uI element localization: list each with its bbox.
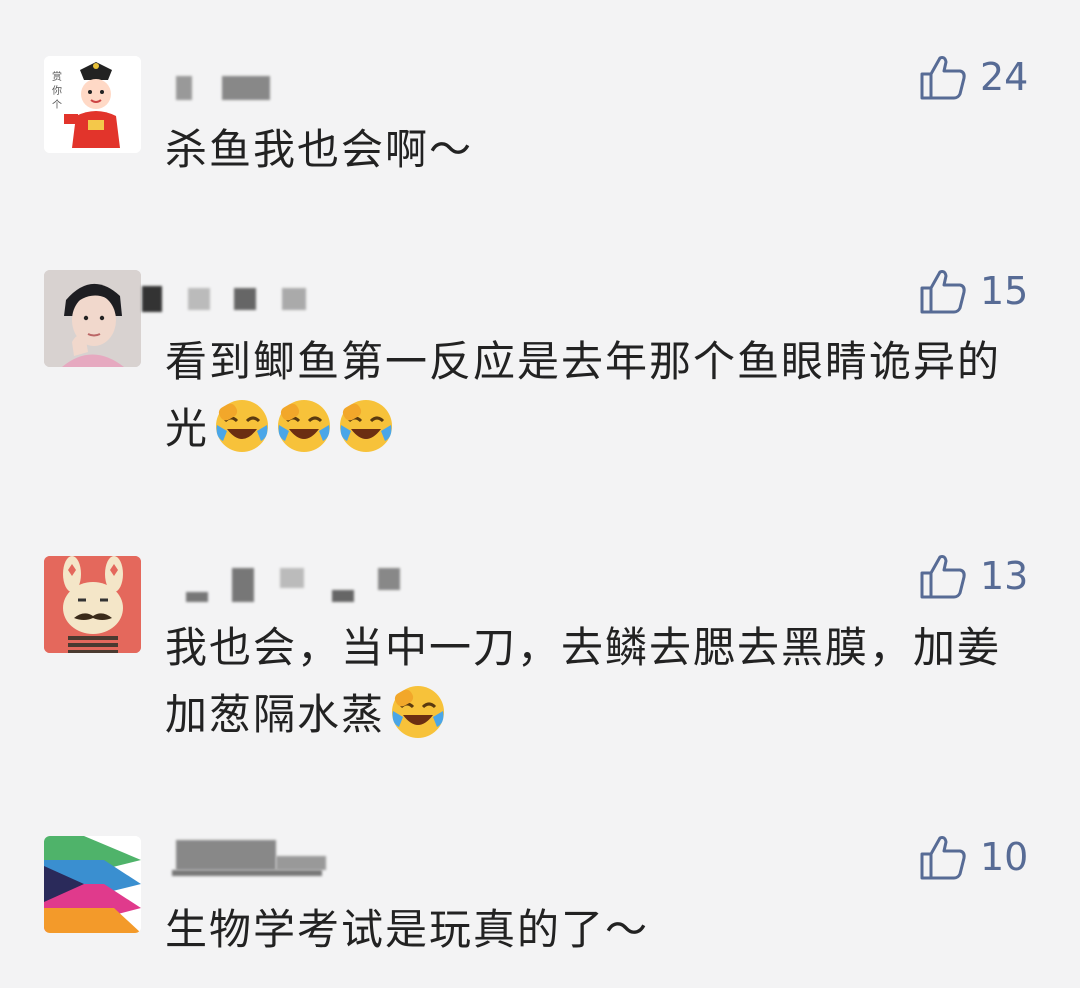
avatar-cartoon-queen-image: 赏 你 个 (44, 56, 141, 153)
like-button[interactable]: 10 (918, 832, 1048, 882)
comment-text-content: 杀鱼我也会啊～ (165, 125, 474, 174)
like-button[interactable]: 15 (918, 266, 1048, 316)
comment-text: 生物学考试是玩真的了～ (165, 896, 1025, 963)
avatar[interactable] (44, 270, 141, 367)
comment-text: 看到鲫鱼第一反应是去年那个鱼眼睛诡异的光 (165, 328, 1025, 462)
like-button[interactable]: 24 (918, 52, 1048, 102)
username-redacted[interactable] (172, 836, 372, 876)
like-count: 24 (980, 55, 1029, 99)
comment-text-content: 我也会，当中一刀，去鳞去腮去黑膜，加姜加葱隔水蒸 (165, 623, 1002, 739)
avatar[interactable]: 赏 你 个 (44, 56, 141, 153)
avatar-photo-image (44, 270, 141, 367)
svg-text:赏: 赏 (52, 71, 62, 83)
like-count: 10 (980, 835, 1029, 879)
avatar-colorful-chevron-logo-image (44, 836, 141, 933)
username-redacted[interactable] (172, 68, 372, 108)
like-count: 15 (980, 269, 1029, 313)
like-count: 13 (980, 554, 1029, 598)
laughing-crying-emoji-icon (213, 397, 271, 455)
username-redacted[interactable] (172, 564, 400, 604)
like-button[interactable]: 13 (918, 551, 1048, 601)
comment-text: 杀鱼我也会啊～ (165, 116, 1025, 183)
thumbs-up-icon (920, 555, 966, 599)
svg-text:个: 个 (52, 99, 62, 111)
laughing-crying-emoji-icon (337, 397, 395, 455)
laughing-crying-emoji-icon (389, 683, 447, 741)
laughing-crying-emoji-icon (275, 397, 333, 455)
avatar-bunny-mustache-image (44, 556, 141, 653)
avatar[interactable] (44, 556, 141, 653)
thumbs-up-icon (920, 56, 966, 100)
username-redacted[interactable] (142, 282, 372, 322)
avatar[interactable] (44, 836, 141, 933)
comment-text-content: 生物学考试是玩真的了～ (165, 905, 650, 954)
comment-text: 我也会，当中一刀，去鳞去腮去黑膜，加姜加葱隔水蒸 (165, 614, 1025, 748)
svg-text:你: 你 (52, 84, 62, 97)
thumbs-up-icon (920, 836, 966, 880)
thumbs-up-icon (920, 270, 966, 314)
